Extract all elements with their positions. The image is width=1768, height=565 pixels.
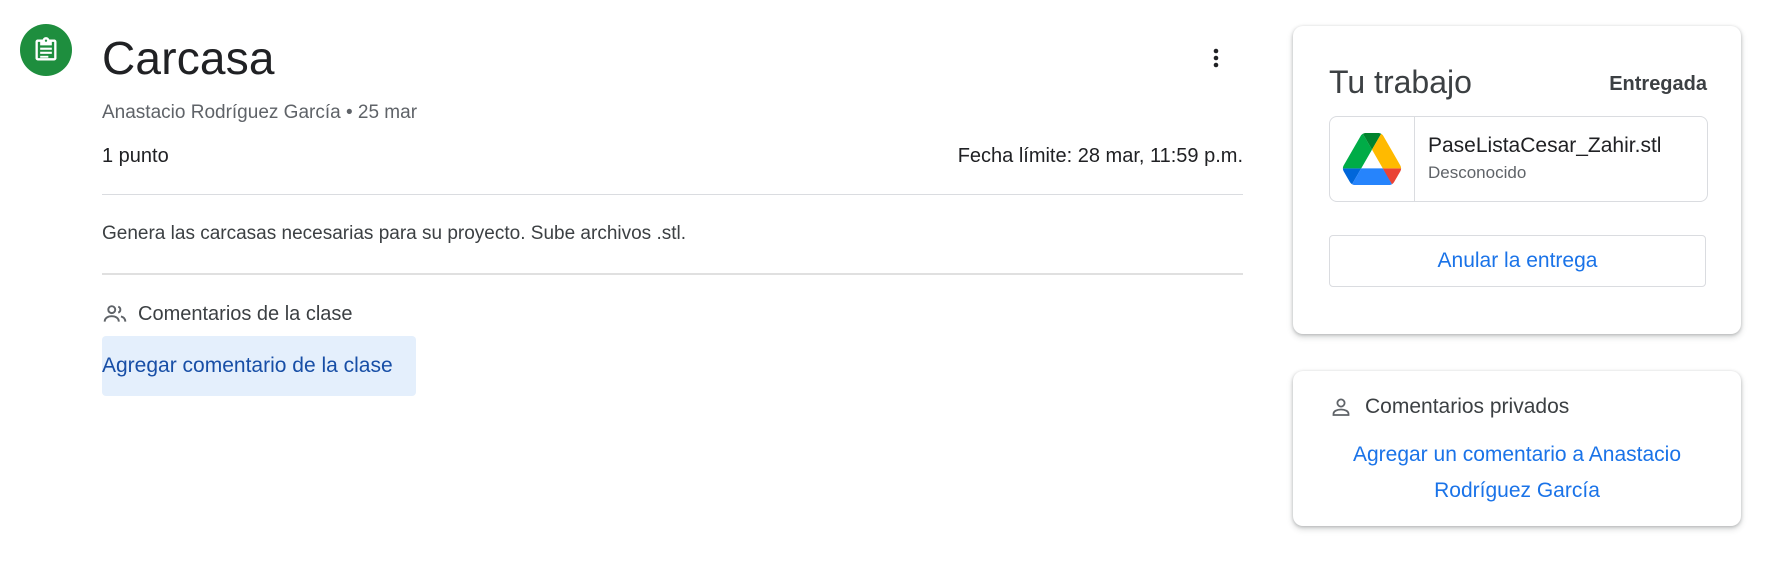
unsubmit-button[interactable]: Anular la entrega	[1329, 235, 1706, 287]
assignment-due-date: Fecha límite: 28 mar, 11:59 p.m.	[957, 145, 1243, 167]
divider	[102, 273, 1243, 275]
your-work-title: Tu trabajo	[1329, 64, 1472, 100]
add-class-comment-button[interactable]: Agregar comentario de la clase	[102, 336, 416, 396]
people-icon	[103, 305, 127, 322]
assignment-icon	[20, 24, 72, 76]
assignment-meta: Anastacio Rodríguez García • 25 mar	[102, 102, 418, 123]
class-comments-header: Comentarios de la clase	[102, 300, 353, 328]
person-icon	[1332, 398, 1350, 416]
file-thumbnail	[1330, 117, 1415, 201]
add-private-comment-button[interactable]: Agregar un comentario a Anastacio Rodríg…	[1317, 437, 1717, 509]
file-type: Desconocido	[1428, 163, 1527, 182]
private-comments-header: Comentarios privados	[1329, 393, 1569, 421]
attached-file[interactable]: PaseListaCesar_Zahir.stl Desconocido	[1329, 116, 1708, 202]
google-drive-icon	[1342, 133, 1402, 185]
private-comments-label: Comentarios privados	[1365, 395, 1570, 418]
your-work-card: Tu trabajo Entregada PaseListaCesar_Zahi…	[1293, 26, 1741, 334]
file-name: PaseListaCesar_Zahir.stl	[1428, 134, 1662, 157]
more-vert-icon	[1213, 48, 1219, 68]
submission-status: Entregada	[1609, 73, 1707, 95]
assignment-points: 1 punto	[102, 145, 169, 167]
assignment-description: Genera las carcasas necesarias para su p…	[102, 223, 687, 244]
private-comments-card: Comentarios privados Agregar un comentar…	[1293, 371, 1741, 526]
assignment-title: Carcasa	[102, 32, 275, 84]
divider	[102, 194, 1243, 195]
more-options-button[interactable]	[1196, 38, 1236, 78]
class-comments-label: Comentarios de la clase	[138, 303, 353, 325]
